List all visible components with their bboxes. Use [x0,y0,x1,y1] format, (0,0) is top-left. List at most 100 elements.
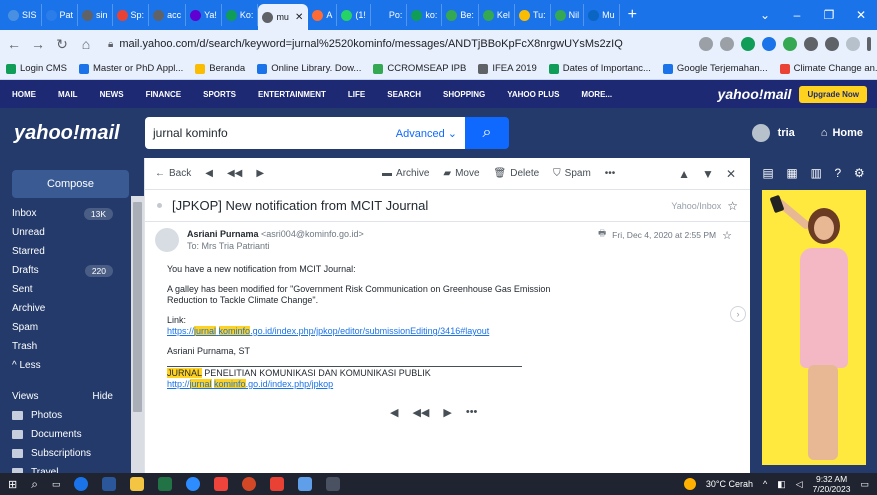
tab-search-icon[interactable]: ⌄ [749,8,781,22]
browser-tab[interactable]: ko: [407,4,443,26]
browser-tab[interactable]: Mu [584,4,620,26]
ynav-item[interactable]: YAHOO PLUS [507,90,559,99]
sidebar-view-item[interactable]: Documents [0,425,131,444]
file-explorer-icon[interactable] [130,477,145,491]
chrome-active-icon[interactable] [326,477,341,491]
browser-tab[interactable]: mu ✕ [258,4,309,30]
app-icon[interactable] [298,477,313,491]
back-arrow-icon[interactable]: ← [6,36,22,52]
user-avatar[interactable] [751,124,770,142]
browser-tab[interactable]: Nil [551,4,585,26]
ynav-item[interactable]: MORE... [581,90,612,99]
submission-link[interactable]: https://jurnal kominfo.go.id/index.php/j… [167,326,489,336]
sidebar-item[interactable]: Archive [0,299,131,318]
browser-tab[interactable]: Ko: [222,4,259,26]
sidebar-item[interactable]: Trash [0,337,131,356]
bookmark-item[interactable]: Master or PhD Appl... [79,63,183,74]
yahoo-mail-logo[interactable]: yahoo!mail [0,122,145,145]
sidebar-view-item[interactable]: Subscriptions [0,444,131,463]
star-icon[interactable]: ☆ [727,199,738,213]
views-hide-button[interactable]: Hide [92,391,113,402]
advertisement-image[interactable] [762,190,866,465]
sidebar-scroll-thumb[interactable] [133,202,142,412]
sidebar-item[interactable]: ^ Less [0,356,131,375]
ynav-item[interactable]: FINANCE [146,90,182,99]
more-actions-button[interactable]: ••• [466,406,478,419]
browser-tab[interactable]: A [308,4,338,26]
upgrade-now-button[interactable]: Upgrade Now [799,85,867,103]
ynav-item[interactable]: MAIL [58,90,78,99]
volume-icon[interactable]: ◁ [796,479,803,490]
network-icon[interactable]: ◧ [777,479,786,490]
notepad-icon[interactable]: ▥ [810,166,821,180]
search-input[interactable]: jurnal kominfo Advanced ⌄ [145,117,465,149]
bookmark-item[interactable]: Dates of Importanc... [548,63,651,74]
browser-tab[interactable]: SIS [4,4,42,26]
delete-button[interactable]: 🗑︎ Delete [494,168,540,179]
new-tab-button[interactable]: + [620,6,645,24]
more-actions-button[interactable]: ••• [605,168,616,179]
zoom-icon[interactable] [186,477,201,491]
ynav-item[interactable]: SEARCH [387,90,421,99]
archive-button[interactable]: ▬ Archive [382,168,429,179]
search-icon[interactable]: ⌕ [31,477,38,492]
extension-g-icon[interactable] [762,37,776,51]
minimize-button[interactable]: – [781,8,813,22]
excel-icon[interactable] [158,477,173,491]
browser-tab[interactable]: Be: [442,4,479,26]
sidebar-item[interactable]: Unread [0,223,131,242]
ynav-item[interactable]: HOME [12,90,36,99]
windows-start-icon[interactable]: ⊞ [8,478,17,491]
tray-chevron-icon[interactable]: ^ [763,479,767,489]
browser-tab[interactable]: acc [149,4,187,26]
home-icon[interactable]: ⌂ [78,36,94,52]
anydesk-icon[interactable] [214,477,229,491]
search-button[interactable]: ⌕ [465,117,509,149]
print-icon[interactable]: 🖶︎ [598,228,606,242]
browser-tab[interactable]: sin [78,4,113,26]
reply-all-icon[interactable]: ◀◀ [412,406,429,419]
bookmark-item[interactable]: Beranda [195,63,245,74]
ynav-item[interactable]: ENTERTAINMENT [258,90,326,99]
ynav-item[interactable]: NEWS [100,90,124,99]
extension-leaf-icon[interactable] [783,37,797,51]
home-link[interactable]: ⌂ Home [821,127,863,139]
expand-rail-button[interactable]: › [730,306,746,322]
spam-button[interactable]: ⛉ Spam [553,168,591,179]
reply-all-icon[interactable]: ◀◀ [227,168,242,179]
puzzle-icon[interactable] [804,37,818,51]
bookmark-item[interactable]: Login CMS [6,63,67,74]
move-button[interactable]: ▰ Move [443,168,479,179]
notification-icon[interactable]: ▭ [860,479,869,490]
calendar-icon[interactable]: ▦ [786,166,797,180]
sidebar-item[interactable]: Inbox 13K [0,204,131,223]
bookmark-item[interactable]: Online Library. Dow... [257,63,361,74]
reload-icon[interactable]: ↻ [54,36,70,53]
chrome-icon[interactable] [74,477,89,491]
sidebar-item[interactable]: Starred [0,242,131,261]
bookmark-star-icon[interactable] [720,37,734,51]
journal-link[interactable]: http://jurnal kominfo.go.id/index.php/jp… [167,379,333,389]
sidebar-item[interactable]: Drafts 220 [0,261,131,280]
ynav-item[interactable]: LIFE [348,90,365,99]
sender-name[interactable]: Asriani Purnama [187,229,259,239]
restore-button[interactable]: ❐ [813,8,845,22]
sidebar-item[interactable]: Sent [0,280,131,299]
forward-icon[interactable]: ▶ [443,406,451,419]
extension-green-icon[interactable] [741,37,755,51]
powerpoint-icon[interactable] [242,477,257,491]
app-icon[interactable] [270,477,285,491]
next-message-icon[interactable]: ▼ [702,167,714,181]
user-name[interactable]: tria [778,127,795,139]
browser-tab[interactable]: Ya! [186,4,222,26]
yahoo-mail-brand[interactable]: yahoo!mail [718,86,792,102]
sidebar-item[interactable]: Spam [0,318,131,337]
profile-avatar-icon[interactable] [846,37,860,51]
browser-tab[interactable]: Po: [371,4,408,26]
clock[interactable]: 9:32 AM 7/20/2023 [813,474,851,494]
close-message-icon[interactable]: ✕ [726,167,736,181]
contacts-icon[interactable]: ▤ [762,166,773,180]
close-tab-icon[interactable]: ✕ [295,12,303,23]
back-button[interactable]: ← Back [155,168,191,179]
prev-message-icon[interactable]: ▲ [678,167,690,181]
